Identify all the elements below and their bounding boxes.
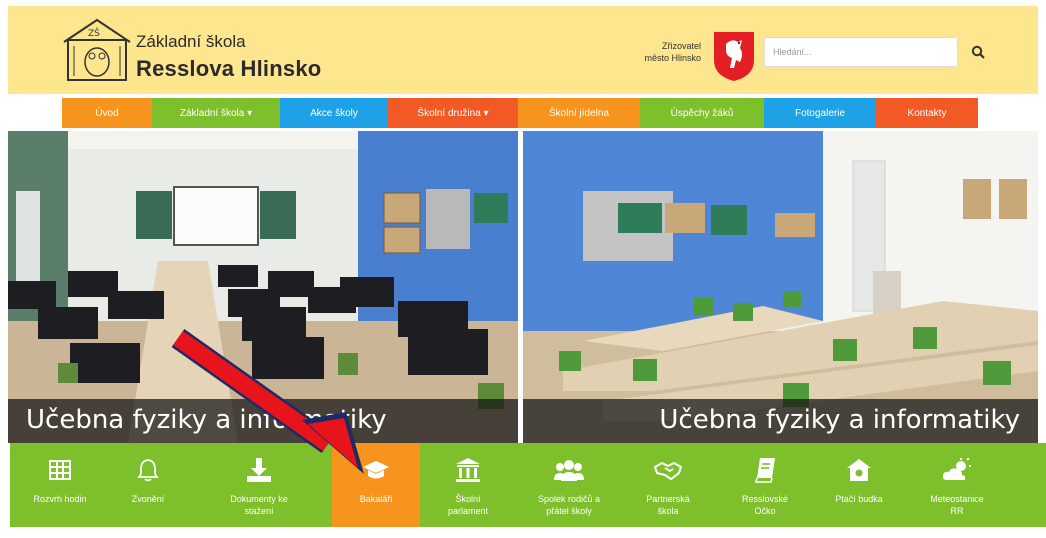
tile-rozvrh-hodin[interactable]: Rozvrh hodin [10, 443, 110, 527]
nav-item-uvod[interactable]: Úvod [62, 98, 152, 128]
school-name-line1: Základní škola [136, 32, 246, 51]
institution-icon [456, 458, 480, 482]
quick-links-bar: Rozvrh hodin Zvonění Dokumenty ke stažen… [10, 443, 1046, 527]
slide-caption: Učebna fyziky a informatiky [523, 399, 1038, 443]
svg-text:ZŠ: ZŠ [88, 27, 100, 39]
tile-bakalari[interactable]: Bakaláři [332, 443, 420, 527]
founder-name: město Hlinsko [644, 53, 701, 63]
weather-icon [942, 458, 971, 480]
tile-label: Spolek rodičů a přátel školy [537, 494, 601, 516]
nav-label: Základní škola ▾ [179, 107, 253, 119]
users-icon [554, 460, 584, 481]
tile-label: Dokumenty ke stažení [230, 494, 288, 516]
book-icon [754, 458, 775, 483]
tile-label: Ptačí budka [835, 494, 883, 504]
nav-item-akce-skoly[interactable]: Akce školy [280, 98, 388, 128]
tile-zvoneni[interactable]: Zvonění [110, 443, 186, 527]
nav-item-uspechy-zaku[interactable]: Úspěchy žáků [640, 98, 764, 128]
nav-label: Školní družina ▾ [417, 107, 489, 119]
graduation-cap-icon [363, 461, 389, 479]
nav-item-kontakty[interactable]: Kontakty [876, 98, 978, 128]
bell-icon [137, 459, 159, 482]
main-navigation: Úvod Základní škola ▾ Akce školy Školní … [62, 98, 978, 128]
tile-spolek-rodicu[interactable]: Spolek rodičů a přátel školy [516, 443, 622, 527]
nav-label: Akce školy [310, 107, 358, 119]
tile-partnerska-skola[interactable]: Partnerská škola [622, 443, 714, 527]
tile-label: Meteostanice RR [930, 494, 984, 516]
nav-item-skolni-jidelna[interactable]: Školní jídelna [518, 98, 640, 128]
tile-resslovske-ocko[interactable]: Resslovské Očko [714, 443, 816, 527]
founder-label: Zřizovatel [661, 41, 701, 51]
slide-caption: Učebna fyziky a informatiky [8, 399, 518, 443]
nav-item-zakladni-skola[interactable]: Základní škola ▾ [152, 98, 280, 128]
search-icon [971, 45, 985, 59]
nav-label: Kontakty [907, 107, 947, 119]
tile-ptaci-budka[interactable]: Ptačí budka [816, 443, 902, 527]
download-icon [247, 458, 271, 482]
search-button[interactable] [960, 37, 996, 67]
slide-right[interactable]: Učebna fyziky a informatiky [523, 131, 1038, 443]
school-name-line2[interactable]: Resslova Hlinsko [136, 56, 321, 82]
nav-label: Fotogalerie [794, 107, 846, 119]
tile-label: Školní parlament [447, 494, 489, 516]
tile-label: Rozvrh hodin [33, 494, 87, 504]
tile-label: Partnerská škola [646, 494, 690, 516]
tile-label: Resslovské Očko [741, 494, 788, 516]
nav-label: Úspěchy žáků [670, 107, 734, 119]
slide-left[interactable]: Učebna fyziky a informatiky [8, 131, 518, 443]
nav-item-skolni-druzina[interactable]: Školní družina ▾ [388, 98, 518, 128]
nav-label: Úvod [95, 107, 119, 119]
birdhouse-icon [847, 459, 871, 481]
school-logo[interactable]: ZŠ [60, 18, 134, 82]
site-header: ZŠ Základní škola Resslova Hlinsko Zřizo… [8, 6, 1038, 94]
classroom-photo [523, 131, 1038, 443]
search-input[interactable]: Hledání... [764, 37, 958, 67]
tile-label: Bakaláři [359, 494, 393, 504]
nav-item-fotogalerie[interactable]: Fotogalerie [764, 98, 876, 128]
tile-label: Zvonění [131, 494, 165, 504]
tile-skolni-parlament[interactable]: Školní parlament [420, 443, 516, 527]
tile-dokumenty[interactable]: Dokumenty ke stažení [186, 443, 332, 527]
classroom-photo [8, 131, 518, 443]
table-icon [49, 460, 71, 480]
nav-label: Školní jídelna [548, 107, 610, 119]
town-crest-icon[interactable] [712, 30, 756, 82]
founder-text[interactable]: Zřizovatel město Hlinsko [611, 40, 701, 64]
handshake-icon [653, 461, 683, 481]
tile-meteostanice[interactable]: Meteostanice RR [902, 443, 1012, 527]
